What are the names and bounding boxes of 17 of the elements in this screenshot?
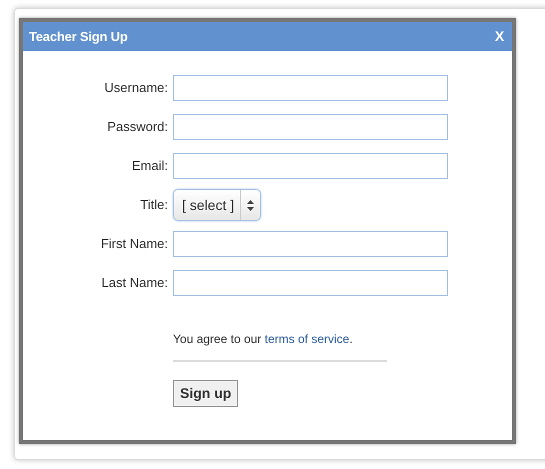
input-field[interactable]: [173, 153, 448, 179]
field-label: Email:: [130, 157, 169, 176]
input-field[interactable]: [173, 270, 448, 296]
terms-text: You agree to our terms of service.: [173, 331, 354, 348]
field-label: Password:: [106, 118, 169, 136]
input-field[interactable]: [173, 114, 448, 140]
dialog-title: Teacher Sign Up: [29, 28, 128, 46]
input-field[interactable]: [173, 231, 448, 257]
select-dropdown[interactable]: [ select ]: [173, 189, 262, 221]
field-label: Title:: [139, 196, 169, 214]
field-label: Last Name:: [100, 274, 169, 292]
field-label: First Name:: [100, 235, 169, 254]
updown-arrow-icon: [247, 200, 254, 210]
sign-up-button[interactable]: Sign up: [173, 380, 238, 407]
field-label: Username:: [103, 79, 169, 98]
input-field[interactable]: [173, 75, 448, 101]
terms-link[interactable]: terms of service: [264, 332, 350, 346]
